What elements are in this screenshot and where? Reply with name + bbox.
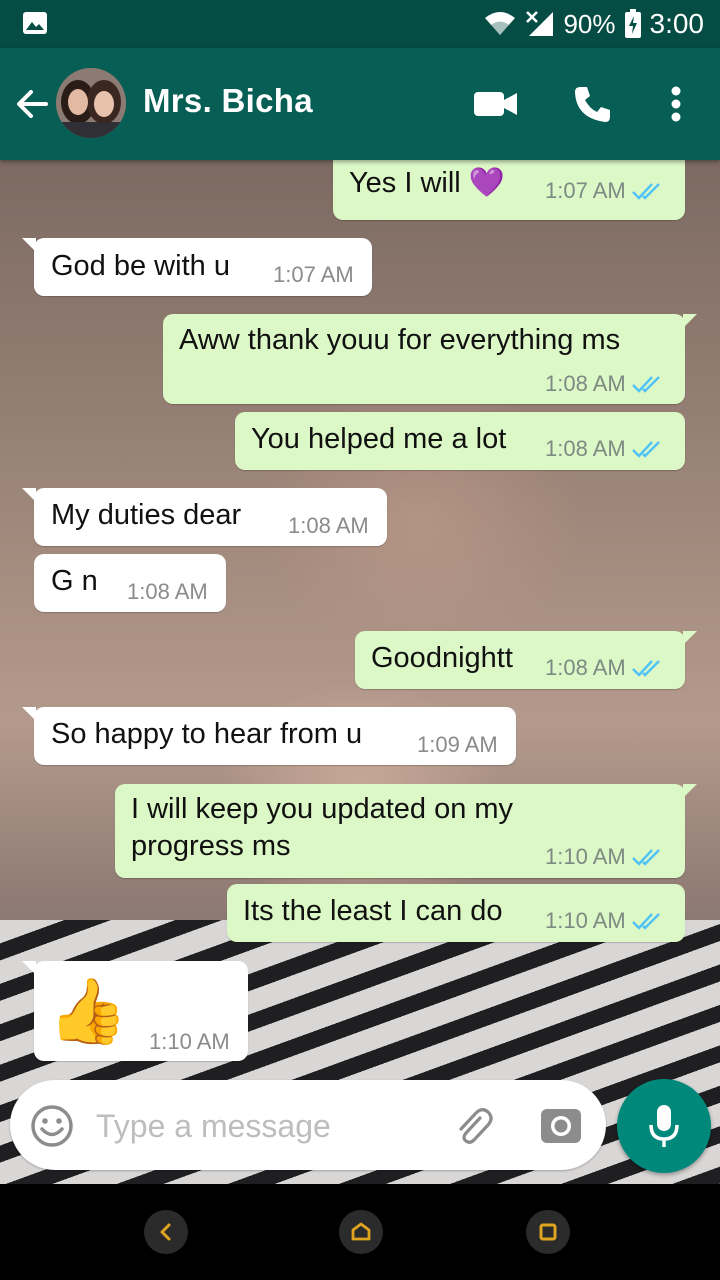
chat-header: Mrs. Bicha <box>0 48 720 160</box>
more-options-icon[interactable] <box>670 86 682 127</box>
message-bubble-outgoing[interactable]: Its the least I can do 1:10 AM <box>227 884 685 942</box>
read-ticks-icon <box>631 183 660 200</box>
wifi-icon <box>483 11 517 37</box>
gallery-notification-icon <box>22 11 48 35</box>
message-time: 1:10 AM <box>149 1029 230 1054</box>
message-bubble-outgoing[interactable]: You helped me a lot 1:08 AM <box>235 412 685 470</box>
attachment-icon[interactable] <box>450 1104 494 1153</box>
battery-percent: 90% <box>563 8 616 39</box>
message-text: Its the least I can do <box>243 895 503 927</box>
read-ticks-icon <box>631 660 660 677</box>
message-bubble-outgoing[interactable]: I will keep you updated on my progress m… <box>115 784 697 878</box>
nav-home-icon[interactable] <box>339 1210 383 1254</box>
read-ticks-icon <box>631 913 660 930</box>
read-ticks-icon <box>631 441 660 458</box>
nav-recents-icon[interactable] <box>526 1210 570 1254</box>
message-text-line2: progress ms <box>131 830 291 862</box>
message-bubble-incoming[interactable]: G n 1:08 AM <box>34 554 226 612</box>
contact-avatar[interactable] <box>56 68 126 138</box>
clock: 3:00 <box>649 8 705 39</box>
message-text: Yes I will 💜 <box>349 167 505 199</box>
video-call-icon[interactable] <box>474 90 518 123</box>
message-bubble-incoming[interactable]: God be with u 1:07 AM <box>22 238 372 296</box>
message-text: God be with u <box>51 250 230 282</box>
message-time: 1:08 AM <box>288 513 369 538</box>
message-time: 1:10 AM <box>545 908 626 933</box>
emoji-icon[interactable] <box>30 1104 74 1153</box>
message-time: 1:08 AM <box>545 371 626 396</box>
system-nav-bar <box>0 1184 720 1280</box>
message-text: I will keep you updated on my <box>131 793 514 825</box>
nav-back-icon[interactable] <box>144 1210 188 1254</box>
message-input[interactable]: Type a message <box>96 1108 331 1145</box>
signal-icon <box>525 10 555 38</box>
message-bubble-incoming[interactable]: So happy to hear from u 1:09 AM <box>22 707 516 765</box>
message-time: 1:08 AM <box>545 655 626 680</box>
message-time: 1:10 AM <box>545 844 626 869</box>
message-time: 1:08 AM <box>545 436 626 461</box>
message-text: My duties dear <box>51 499 242 531</box>
battery-icon <box>624 9 642 39</box>
voice-record-button[interactable] <box>617 1079 711 1173</box>
message-bubble-incoming[interactable]: 👍 1:10 AM <box>22 961 248 1061</box>
message-bubble-outgoing[interactable]: Aww thank youu for everything ms 1:08 AM <box>163 314 697 404</box>
message-composer: Type a message <box>10 1080 606 1170</box>
read-ticks-icon <box>631 376 660 393</box>
microphone-icon <box>649 1105 679 1147</box>
back-arrow-icon[interactable] <box>14 86 50 122</box>
message-bubble-incoming[interactable]: My duties dear 1:08 AM <box>22 488 387 546</box>
message-time: 1:09 AM <box>417 732 498 757</box>
chat-background: Yes I will 💜 1:07 AM God be with u 1:07 … <box>0 160 720 1184</box>
camera-icon[interactable] <box>540 1106 582 1149</box>
message-text: G n <box>51 565 98 597</box>
message-text: Goodnightt <box>371 642 513 674</box>
message-time: 1:07 AM <box>273 262 354 287</box>
message-text: Aww thank youu for everything ms <box>179 324 621 356</box>
message-time: 1:08 AM <box>127 579 208 604</box>
thumbs-up-emoji: 👍 <box>48 975 128 1047</box>
status-bar: 90% 3:00 <box>0 0 720 48</box>
phone-call-icon[interactable] <box>572 84 612 129</box>
read-ticks-icon <box>631 849 660 866</box>
message-text: So happy to hear from u <box>51 718 363 750</box>
message-text: You helped me a lot <box>251 423 507 455</box>
contact-name[interactable]: Mrs. Bicha <box>143 82 313 120</box>
message-bubble-outgoing[interactable]: Yes I will 💜 1:07 AM <box>333 160 685 220</box>
message-bubble-outgoing[interactable]: Goodnightt 1:08 AM <box>355 631 697 689</box>
message-time: 1:07 AM <box>545 178 626 203</box>
